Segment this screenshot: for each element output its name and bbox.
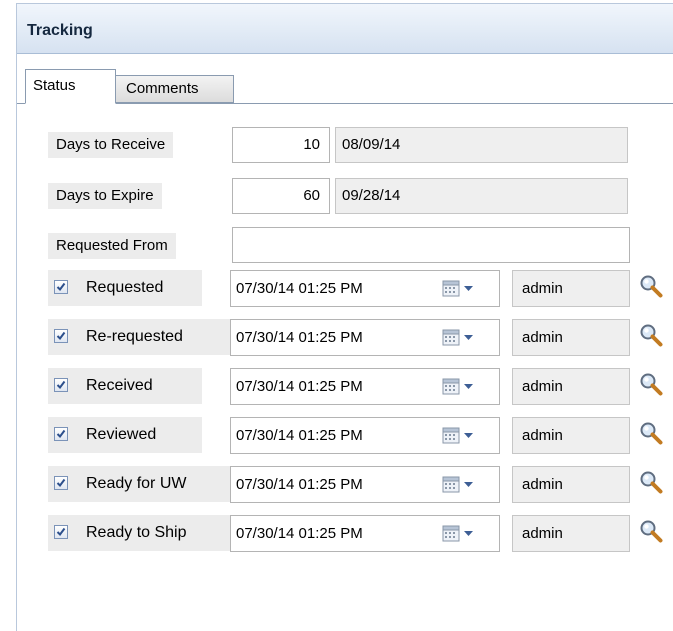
checkmark-icon <box>56 380 66 390</box>
ready-to-ship-datetime-field[interactable]: 07/30/14 01:25 PM <box>230 515 500 552</box>
receive-by-date: 08/09/14 <box>335 127 628 163</box>
magnifier-search-icon[interactable] <box>639 470 665 496</box>
checkmark-icon <box>56 478 66 488</box>
ready-to-ship-checkbox[interactable] <box>54 525 68 539</box>
datetime-value: 07/30/14 01:25 PM <box>236 329 363 346</box>
datetime-value: 07/30/14 01:25 PM <box>236 476 363 493</box>
requested-user-field: admin <box>512 270 630 307</box>
days-to-expire-label: Days to Expire <box>48 183 162 209</box>
magnifier-search-icon[interactable] <box>639 519 665 545</box>
requested-from-input[interactable] <box>232 227 630 263</box>
checkmark-icon <box>56 429 66 439</box>
calendar-dropdown-icon[interactable] <box>442 525 480 543</box>
tab-bar: Status Comments <box>17 56 673 104</box>
calendar-dropdown-icon[interactable] <box>442 280 480 298</box>
tracking-row-reviewed: Reviewed 07/30/14 01:25 PM admin <box>17 415 673 455</box>
days-to-expire-input[interactable]: 60 <box>232 178 330 214</box>
status-tab-content: Days to Receive 10 08/09/14 Days to Expi… <box>17 104 673 631</box>
calendar-dropdown-icon[interactable] <box>442 329 480 347</box>
panel-title: Tracking <box>27 22 93 39</box>
magnifier-search-icon[interactable] <box>639 372 665 398</box>
tracking-row-label: Ready for UW <box>86 475 187 492</box>
tab-status[interactable]: Status <box>25 69 116 104</box>
tracking-row-label: Reviewed <box>86 426 157 443</box>
magnifier-search-icon[interactable] <box>639 274 665 300</box>
ready-to-ship-user-field: admin <box>512 515 630 552</box>
check-group: Received <box>48 368 202 404</box>
tracking-row-re-requested: Re-requested 07/30/14 01:25 PM admin <box>17 317 673 357</box>
magnifier-search-icon[interactable] <box>639 421 665 447</box>
tracking-panel: Tracking Status Comments Days to Receive… <box>16 3 673 631</box>
check-group: Reviewed <box>48 417 202 453</box>
calendar-dropdown-icon[interactable] <box>442 476 480 494</box>
datetime-value: 07/30/14 01:25 PM <box>236 280 363 297</box>
tracking-row-requested: Requested 07/30/14 01:25 PM admin <box>17 268 673 308</box>
check-group: Ready for UW <box>48 466 231 502</box>
requested-datetime-field[interactable]: 07/30/14 01:25 PM <box>230 270 500 307</box>
datetime-value: 07/30/14 01:25 PM <box>236 525 363 542</box>
tracking-row-label: Re-requested <box>86 328 183 345</box>
received-datetime-field[interactable]: 07/30/14 01:25 PM <box>230 368 500 405</box>
reviewed-checkbox[interactable] <box>54 427 68 441</box>
datetime-value: 07/30/14 01:25 PM <box>236 378 363 395</box>
expire-date: 09/28/14 <box>335 178 628 214</box>
reviewed-datetime-field[interactable]: 07/30/14 01:25 PM <box>230 417 500 454</box>
check-group: Re-requested <box>48 319 231 355</box>
tracking-row-ready-to-ship: Ready to Ship 07/30/14 01:25 PM admin <box>17 513 673 553</box>
received-checkbox[interactable] <box>54 378 68 392</box>
check-group: Ready to Ship <box>48 515 231 551</box>
ready-for-uw-user-field: admin <box>512 466 630 503</box>
tracking-row-label: Ready to Ship <box>86 524 187 541</box>
reviewed-user-field: admin <box>512 417 630 454</box>
days-to-receive-input[interactable]: 10 <box>232 127 330 163</box>
checkmark-icon <box>56 331 66 341</box>
re-requested-checkbox[interactable] <box>54 329 68 343</box>
ready-for-uw-checkbox[interactable] <box>54 476 68 490</box>
days-to-receive-label: Days to Receive <box>48 132 174 158</box>
calendar-dropdown-icon[interactable] <box>442 378 480 396</box>
tracking-row-label: Received <box>86 377 153 394</box>
datetime-value: 07/30/14 01:25 PM <box>236 427 363 444</box>
tracking-row-received: Received 07/30/14 01:25 PM admin <box>17 366 673 406</box>
ready-for-uw-datetime-field[interactable]: 07/30/14 01:25 PM <box>230 466 500 503</box>
checkmark-icon <box>56 282 66 292</box>
tracking-row-ready-for-uw: Ready for UW 07/30/14 01:25 PM admin <box>17 464 673 504</box>
tab-comments[interactable]: Comments <box>116 75 234 103</box>
magnifier-search-icon[interactable] <box>639 323 665 349</box>
calendar-dropdown-icon[interactable] <box>442 427 480 445</box>
re-requested-datetime-field[interactable]: 07/30/14 01:25 PM <box>230 319 500 356</box>
panel-header: Tracking <box>17 4 673 54</box>
re-requested-user-field: admin <box>512 319 630 356</box>
received-user-field: admin <box>512 368 630 405</box>
check-group: Requested <box>48 270 202 306</box>
tracking-row-label: Requested <box>86 279 164 296</box>
requested-from-label: Requested From <box>48 233 176 259</box>
checkmark-icon <box>56 527 66 537</box>
requested-checkbox[interactable] <box>54 280 68 294</box>
